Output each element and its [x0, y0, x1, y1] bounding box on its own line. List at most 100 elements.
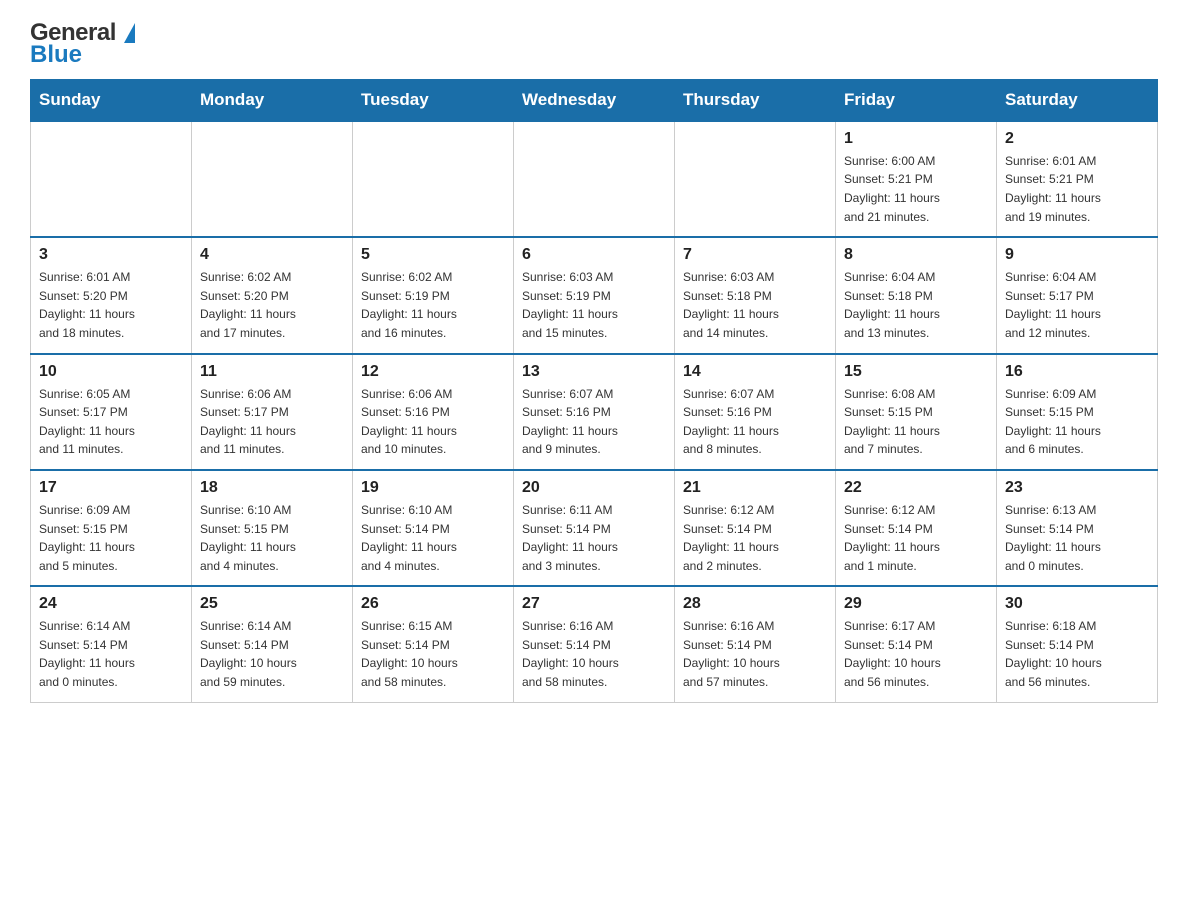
calendar-cell: 10 Sunrise: 6:05 AMSunset: 5:17 PMDayligh… [31, 354, 192, 470]
calendar-table: SundayMondayTuesdayWednesdayThursdayFrid… [30, 79, 1158, 703]
calendar-cell: 2 Sunrise: 6:01 AMSunset: 5:21 PMDaylight… [997, 121, 1158, 237]
calendar-cell: 6 Sunrise: 6:03 AMSunset: 5:19 PMDaylight… [514, 237, 675, 353]
day-info: Sunrise: 6:07 AMSunset: 5:16 PMDaylight:… [683, 385, 827, 459]
calendar-cell: 11 Sunrise: 6:06 AMSunset: 5:17 PMDayligh… [192, 354, 353, 470]
calendar-cell: 13 Sunrise: 6:07 AMSunset: 5:16 PMDayligh… [514, 354, 675, 470]
day-number: 18 [200, 479, 344, 497]
day-info: Sunrise: 6:02 AMSunset: 5:19 PMDaylight:… [361, 268, 505, 342]
day-number: 22 [844, 479, 988, 497]
day-number: 27 [522, 595, 666, 613]
day-info: Sunrise: 6:04 AMSunset: 5:17 PMDaylight:… [1005, 268, 1149, 342]
day-number: 30 [1005, 595, 1149, 613]
calendar-cell: 15 Sunrise: 6:08 AMSunset: 5:15 PMDayligh… [836, 354, 997, 470]
calendar-cell: 27 Sunrise: 6:16 AMSunset: 5:14 PMDayligh… [514, 586, 675, 702]
day-number: 4 [200, 246, 344, 264]
calendar-cell: 18 Sunrise: 6:10 AMSunset: 5:15 PMDayligh… [192, 470, 353, 586]
day-info: Sunrise: 6:03 AMSunset: 5:18 PMDaylight:… [683, 268, 827, 342]
calendar-cell: 26 Sunrise: 6:15 AMSunset: 5:14 PMDayligh… [353, 586, 514, 702]
calendar-cell: 21 Sunrise: 6:12 AMSunset: 5:14 PMDayligh… [675, 470, 836, 586]
day-number: 11 [200, 363, 344, 381]
day-info: Sunrise: 6:07 AMSunset: 5:16 PMDaylight:… [522, 385, 666, 459]
day-number: 14 [683, 363, 827, 381]
day-number: 26 [361, 595, 505, 613]
day-info: Sunrise: 6:05 AMSunset: 5:17 PMDaylight:… [39, 385, 183, 459]
day-number: 15 [844, 363, 988, 381]
week-row: 24 Sunrise: 6:14 AMSunset: 5:14 PMDayligh… [31, 586, 1158, 702]
day-number: 9 [1005, 246, 1149, 264]
day-of-week-header: Tuesday [353, 79, 514, 121]
day-info: Sunrise: 6:12 AMSunset: 5:14 PMDaylight:… [844, 501, 988, 575]
day-number: 25 [200, 595, 344, 613]
day-info: Sunrise: 6:10 AMSunset: 5:14 PMDaylight:… [361, 501, 505, 575]
day-info: Sunrise: 6:16 AMSunset: 5:14 PMDaylight:… [683, 617, 827, 691]
day-number: 29 [844, 595, 988, 613]
day-info: Sunrise: 6:18 AMSunset: 5:14 PMDaylight:… [1005, 617, 1149, 691]
calendar-header-row: SundayMondayTuesdayWednesdayThursdayFrid… [31, 79, 1158, 121]
day-info: Sunrise: 6:09 AMSunset: 5:15 PMDaylight:… [1005, 385, 1149, 459]
week-row: 3 Sunrise: 6:01 AMSunset: 5:20 PMDaylight… [31, 237, 1158, 353]
day-info: Sunrise: 6:01 AMSunset: 5:21 PMDaylight:… [1005, 152, 1149, 226]
calendar-cell: 3 Sunrise: 6:01 AMSunset: 5:20 PMDaylight… [31, 237, 192, 353]
day-number: 10 [39, 363, 183, 381]
calendar-cell [192, 121, 353, 237]
calendar-cell: 1 Sunrise: 6:00 AMSunset: 5:21 PMDaylight… [836, 121, 997, 237]
day-info: Sunrise: 6:14 AMSunset: 5:14 PMDaylight:… [200, 617, 344, 691]
day-info: Sunrise: 6:01 AMSunset: 5:20 PMDaylight:… [39, 268, 183, 342]
day-info: Sunrise: 6:00 AMSunset: 5:21 PMDaylight:… [844, 152, 988, 226]
calendar-cell: 30 Sunrise: 6:18 AMSunset: 5:14 PMDayligh… [997, 586, 1158, 702]
day-number: 13 [522, 363, 666, 381]
calendar-cell: 29Sunrise: 6:17 AMSunset: 5:14 PMDayligh… [836, 586, 997, 702]
day-number: 28 [683, 595, 827, 613]
day-info: Sunrise: 6:13 AMSunset: 5:14 PMDaylight:… [1005, 501, 1149, 575]
calendar-cell: 14 Sunrise: 6:07 AMSunset: 5:16 PMDayligh… [675, 354, 836, 470]
day-info: Sunrise: 6:02 AMSunset: 5:20 PMDaylight:… [200, 268, 344, 342]
calendar-cell: 22 Sunrise: 6:12 AMSunset: 5:14 PMDayligh… [836, 470, 997, 586]
calendar-cell [514, 121, 675, 237]
week-row: 17 Sunrise: 6:09 AMSunset: 5:15 PMDayligh… [31, 470, 1158, 586]
calendar-cell [353, 121, 514, 237]
day-number: 3 [39, 246, 183, 264]
day-of-week-header: Monday [192, 79, 353, 121]
week-row: 1 Sunrise: 6:00 AMSunset: 5:21 PMDaylight… [31, 121, 1158, 237]
calendar-cell: 23Sunrise: 6:13 AMSunset: 5:14 PMDayligh… [997, 470, 1158, 586]
day-info: Sunrise: 6:10 AMSunset: 5:15 PMDaylight:… [200, 501, 344, 575]
day-number: 6 [522, 246, 666, 264]
day-info: Sunrise: 6:16 AMSunset: 5:14 PMDaylight:… [522, 617, 666, 691]
calendar-cell: 9 Sunrise: 6:04 AMSunset: 5:17 PMDaylight… [997, 237, 1158, 353]
day-info: Sunrise: 6:08 AMSunset: 5:15 PMDaylight:… [844, 385, 988, 459]
logo: General Blue [30, 20, 135, 69]
day-info: Sunrise: 6:06 AMSunset: 5:16 PMDaylight:… [361, 385, 505, 459]
day-info: Sunrise: 6:04 AMSunset: 5:18 PMDaylight:… [844, 268, 988, 342]
day-number: 2 [1005, 130, 1149, 148]
calendar-cell: 24Sunrise: 6:14 AMSunset: 5:14 PMDayligh… [31, 586, 192, 702]
day-number: 12 [361, 363, 505, 381]
calendar-cell: 12 Sunrise: 6:06 AMSunset: 5:16 PMDayligh… [353, 354, 514, 470]
calendar-cell: 17 Sunrise: 6:09 AMSunset: 5:15 PMDayligh… [31, 470, 192, 586]
day-info: Sunrise: 6:09 AMSunset: 5:15 PMDaylight:… [39, 501, 183, 575]
calendar-cell: 4 Sunrise: 6:02 AMSunset: 5:20 PMDaylight… [192, 237, 353, 353]
calendar-cell [675, 121, 836, 237]
calendar-cell: 28 Sunrise: 6:16 AMSunset: 5:14 PMDayligh… [675, 586, 836, 702]
page-header: General Blue [30, 20, 1158, 69]
day-number: 17 [39, 479, 183, 497]
day-number: 1 [844, 130, 988, 148]
calendar-cell: 25 Sunrise: 6:14 AMSunset: 5:14 PMDayligh… [192, 586, 353, 702]
day-number: 21 [683, 479, 827, 497]
day-info: Sunrise: 6:12 AMSunset: 5:14 PMDaylight:… [683, 501, 827, 575]
day-info: Sunrise: 6:11 AMSunset: 5:14 PMDaylight:… [522, 501, 666, 575]
day-number: 19 [361, 479, 505, 497]
day-info: Sunrise: 6:06 AMSunset: 5:17 PMDaylight:… [200, 385, 344, 459]
day-number: 24 [39, 595, 183, 613]
week-row: 10 Sunrise: 6:05 AMSunset: 5:17 PMDayligh… [31, 354, 1158, 470]
day-number: 8 [844, 246, 988, 264]
day-info: Sunrise: 6:03 AMSunset: 5:19 PMDaylight:… [522, 268, 666, 342]
day-number: 16 [1005, 363, 1149, 381]
day-number: 7 [683, 246, 827, 264]
day-of-week-header: Thursday [675, 79, 836, 121]
day-of-week-header: Wednesday [514, 79, 675, 121]
day-info: Sunrise: 6:15 AMSunset: 5:14 PMDaylight:… [361, 617, 505, 691]
calendar-cell: 19 Sunrise: 6:10 AMSunset: 5:14 PMDayligh… [353, 470, 514, 586]
day-number: 5 [361, 246, 505, 264]
calendar-cell: 20Sunrise: 6:11 AMSunset: 5:14 PMDayligh… [514, 470, 675, 586]
day-of-week-header: Friday [836, 79, 997, 121]
